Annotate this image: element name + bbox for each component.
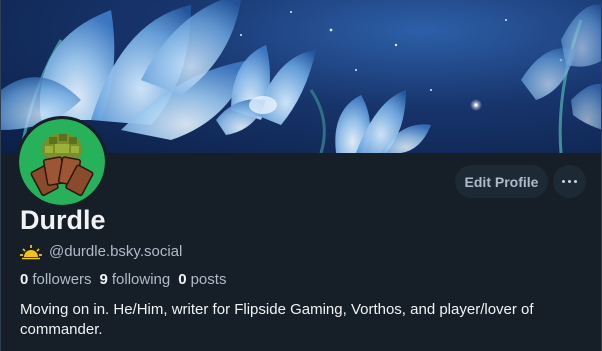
profile-handle[interactable]: @durdle.bsky.social: [49, 243, 182, 260]
profile-stats: 0 followers 9 following 0 posts: [20, 271, 234, 288]
sun-icon: [20, 244, 42, 259]
followers-label: followers: [32, 271, 92, 288]
posts-label: posts: [190, 271, 227, 288]
following-count: 9: [99, 271, 108, 288]
posts-count: 0: [178, 271, 187, 288]
followers-count: 0: [20, 271, 29, 288]
display-name: Durdle: [20, 205, 106, 235]
profile-bio: Moving on in. He/Him, writer for Flipsid…: [20, 301, 534, 338]
following-label: following: [111, 271, 171, 288]
avatar-frame[interactable]: [16, 116, 108, 208]
following-stat[interactable]: 9 following: [100, 271, 171, 288]
followers-stat[interactable]: 0 followers: [20, 271, 92, 288]
handle-row: @durdle.bsky.social: [20, 243, 182, 260]
edit-profile-button[interactable]: Edit Profile: [455, 165, 548, 198]
ellipsis-icon: [562, 180, 565, 183]
avatar-image: [19, 119, 105, 205]
posts-stat: 0 posts: [178, 271, 226, 288]
profile-page: Edit Profile Durdle @durdle.bsky.social …: [0, 0, 602, 351]
more-options-button[interactable]: [553, 165, 586, 198]
avatar[interactable]: [19, 119, 105, 205]
